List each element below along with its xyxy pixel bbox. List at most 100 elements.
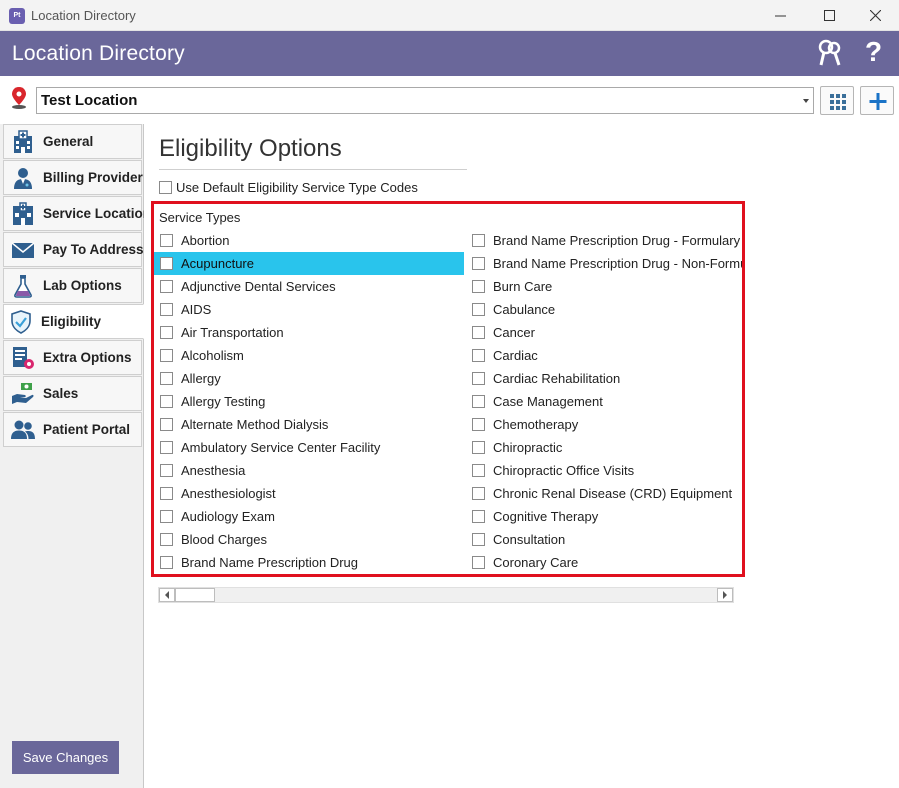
service-type-label: Burn Care [493, 279, 553, 294]
service-type-checkbox[interactable] [472, 280, 485, 293]
service-type-checkbox[interactable] [472, 533, 485, 546]
section-title: Eligibility Options [159, 135, 342, 162]
service-type-item[interactable]: Anesthesiologist [154, 482, 464, 505]
service-type-checkbox[interactable] [160, 510, 173, 523]
service-type-item[interactable]: Chiropractic Office Visits [466, 459, 742, 482]
service-type-checkbox[interactable] [160, 280, 173, 293]
chevron-down-icon [803, 99, 809, 103]
sidebar-item-pay-to-address[interactable]: Pay To Address [3, 232, 144, 267]
sidebar-item-patient-portal[interactable]: Patient Portal [3, 412, 142, 447]
sidebar-item-billing-provider[interactable]: Billing Provider [3, 160, 143, 195]
service-type-checkbox[interactable] [472, 556, 485, 569]
service-type-checkbox[interactable] [160, 234, 173, 247]
service-type-item[interactable]: Brand Name Prescription Drug - Formulary [466, 229, 742, 252]
service-type-item[interactable]: Alcoholism [154, 344, 464, 367]
service-type-item[interactable]: Anesthesia [154, 459, 464, 482]
horizontal-scrollbar[interactable] [158, 587, 734, 603]
service-type-checkbox[interactable] [472, 464, 485, 477]
service-type-item[interactable]: Cardiac Rehabilitation [466, 367, 742, 390]
save-changes-button[interactable]: Save Changes [12, 741, 119, 774]
service-type-checkbox[interactable] [160, 395, 173, 408]
service-type-checkbox[interactable] [472, 441, 485, 454]
service-type-checkbox[interactable] [472, 487, 485, 500]
service-type-item[interactable]: Chemotherapy [466, 413, 742, 436]
use-default-checkbox-row[interactable]: Use Default Eligibility Service Type Cod… [159, 180, 418, 195]
service-type-checkbox[interactable] [160, 326, 173, 339]
sidebar-item-lab-options[interactable]: Lab Options [3, 268, 142, 303]
service-type-item[interactable]: Cognitive Therapy [466, 505, 742, 528]
service-type-label: Cardiac Rehabilitation [493, 371, 621, 386]
sidebar-item-sales[interactable]: Sales [3, 376, 142, 411]
keys-icon[interactable] [817, 39, 843, 67]
sidebar-item-general[interactable]: General [3, 124, 142, 159]
service-type-item[interactable]: Cabulance [466, 298, 742, 321]
minimize-button[interactable] [757, 0, 803, 31]
service-type-item[interactable]: Blood Charges [154, 528, 464, 551]
service-type-item[interactable]: Brand Name Prescription Drug [154, 551, 464, 574]
service-type-item[interactable]: Abortion [154, 229, 464, 252]
service-type-item[interactable]: Chiropractic [466, 436, 742, 459]
service-type-label: Acupuncture [181, 256, 254, 271]
service-type-checkbox[interactable] [160, 303, 173, 316]
service-type-checkbox[interactable] [160, 257, 173, 270]
service-type-item[interactable]: Cardiac [466, 344, 742, 367]
scroll-right-button[interactable] [717, 588, 733, 602]
sidebar-item-extra-options[interactable]: Extra Options [3, 340, 142, 375]
service-type-checkbox[interactable] [160, 556, 173, 569]
service-type-checkbox[interactable] [160, 441, 173, 454]
service-type-label: Ambulatory Service Center Facility [181, 440, 381, 455]
scroll-thumb[interactable] [175, 588, 215, 602]
service-type-item[interactable]: Audiology Exam [154, 505, 464, 528]
service-type-item[interactable]: Allergy Testing [154, 390, 464, 413]
plus-icon [869, 93, 887, 110]
sidebar-item-service-location[interactable]: Service Location [3, 196, 151, 231]
service-type-item[interactable]: Consultation [466, 528, 742, 551]
service-type-checkbox[interactable] [472, 418, 485, 431]
service-type-label: Anesthesiologist [181, 486, 276, 501]
chevron-left-icon [165, 591, 169, 599]
close-button[interactable] [852, 0, 898, 31]
service-type-checkbox[interactable] [472, 326, 485, 339]
service-type-checkbox[interactable] [160, 464, 173, 477]
service-type-checkbox[interactable] [160, 372, 173, 385]
service-type-checkbox[interactable] [472, 349, 485, 362]
maximize-button[interactable] [806, 0, 852, 31]
service-type-item[interactable]: Case Management [466, 390, 742, 413]
service-type-item[interactable]: Burn Care [466, 275, 742, 298]
service-type-item[interactable]: Alternate Method Dialysis [154, 413, 464, 436]
location-select[interactable]: Test Location [36, 87, 814, 114]
service-type-checkbox[interactable] [160, 418, 173, 431]
service-type-item[interactable]: Acupuncture [154, 252, 464, 275]
service-type-checkbox[interactable] [160, 487, 173, 500]
sidebar-item-eligibility[interactable]: Eligibility [3, 304, 144, 339]
use-default-checkbox[interactable] [159, 181, 172, 194]
service-type-item[interactable]: Adjunctive Dental Services [154, 275, 464, 298]
grid-view-button[interactable] [820, 86, 854, 115]
service-type-item[interactable]: AIDS [154, 298, 464, 321]
scroll-left-button[interactable] [159, 588, 175, 602]
service-type-checkbox[interactable] [472, 510, 485, 523]
service-type-label: Blood Charges [181, 532, 267, 547]
service-type-label: Air Transportation [181, 325, 284, 340]
add-location-button[interactable] [860, 86, 894, 115]
service-type-checkbox[interactable] [472, 257, 485, 270]
service-type-checkbox[interactable] [160, 533, 173, 546]
service-types-heading: Service Types [159, 210, 241, 225]
window-title: Location Directory [31, 8, 136, 23]
service-type-item[interactable]: Allergy [154, 367, 464, 390]
doctor-icon [14, 167, 32, 189]
help-button[interactable]: ? [865, 37, 882, 67]
service-type-label: Brand Name Prescription Drug - Formulary [493, 233, 741, 248]
service-type-checkbox[interactable] [472, 234, 485, 247]
service-type-checkbox[interactable] [472, 395, 485, 408]
service-type-item[interactable]: Ambulatory Service Center Facility [154, 436, 464, 459]
service-type-item[interactable]: Cancer [466, 321, 742, 344]
service-type-item[interactable]: Brand Name Prescription Drug - Non-Formu… [466, 252, 742, 275]
service-type-checkbox[interactable] [472, 372, 485, 385]
service-type-item[interactable]: Chronic Renal Disease (CRD) Equipment [466, 482, 742, 505]
service-type-item[interactable]: Air Transportation [154, 321, 464, 344]
service-type-checkbox[interactable] [160, 349, 173, 362]
service-type-item[interactable]: Coronary Care [466, 551, 742, 574]
service-type-label: Coronary Care [493, 555, 579, 570]
service-type-checkbox[interactable] [472, 303, 485, 316]
